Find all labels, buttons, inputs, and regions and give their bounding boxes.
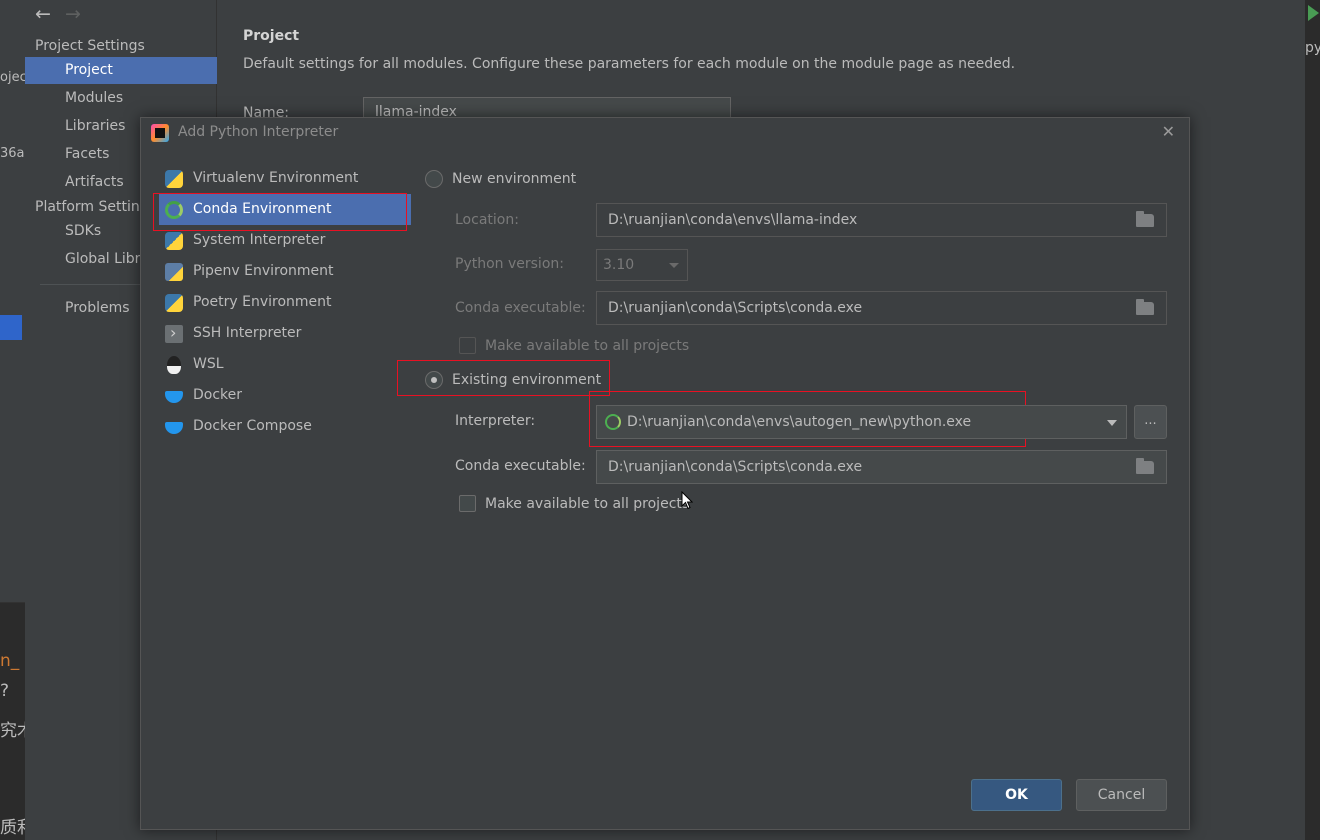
env-item-label: Poetry Environment xyxy=(193,294,332,310)
env-item-label: System Interpreter xyxy=(193,232,326,248)
chevron-down-icon[interactable] xyxy=(1107,420,1117,426)
close-icon[interactable]: ✕ xyxy=(1162,122,1175,141)
pycharm-logo-icon xyxy=(151,124,169,142)
folder-icon[interactable] xyxy=(1136,299,1154,315)
environment-type-list: Virtualenv Environment Conda Environment… xyxy=(159,163,411,442)
conda-icon xyxy=(605,414,621,430)
python-version-select[interactable]: 3.10 xyxy=(596,249,688,281)
sidebar-item-project[interactable]: Project xyxy=(25,57,217,84)
bottom-left-editor-fragment: n_ ? 究木 质利 xyxy=(0,602,34,840)
dialog-title: Add Python Interpreter xyxy=(178,124,339,140)
left-selection-marker xyxy=(0,315,22,340)
sidebar-item-modules[interactable]: Modules xyxy=(25,85,217,112)
docker-icon xyxy=(165,391,183,403)
pipenv-icon xyxy=(165,263,183,281)
location-label: Location: xyxy=(455,212,519,228)
env-item-poetry[interactable]: Poetry Environment xyxy=(159,287,411,318)
platform-settings-header: Platform Settings xyxy=(35,199,156,215)
project-settings-header: Project Settings xyxy=(35,38,145,54)
env-item-label: WSL xyxy=(193,356,224,372)
conda-executable-field[interactable]: D:\ruanjian\conda\Scripts\conda.exe xyxy=(596,291,1167,325)
existing-environment-radio[interactable] xyxy=(425,371,443,389)
env-item-label: Virtualenv Environment xyxy=(193,170,359,186)
add-python-interpreter-dialog: Add Python Interpreter ✕ Virtualenv Envi… xyxy=(140,117,1190,830)
env-item-label: Docker Compose xyxy=(193,418,312,434)
docker-icon xyxy=(165,422,183,434)
python-icon xyxy=(165,170,183,188)
new-environment-radio[interactable] xyxy=(425,170,443,188)
python-version-value: 3.10 xyxy=(603,257,635,273)
make-available-checkbox-existing[interactable] xyxy=(459,495,476,512)
env-item-label: SSH Interpreter xyxy=(193,325,302,341)
conda-executable-label: Conda executable: xyxy=(455,300,586,316)
code-fragment: ? xyxy=(0,681,10,701)
back-arrow-icon[interactable]: ← xyxy=(35,3,65,25)
nav-buttons: ← → xyxy=(35,3,95,25)
cancel-button[interactable]: Cancel xyxy=(1076,779,1167,811)
conda-executable-value-existing: D:\ruanjian\conda\Scripts\conda.exe xyxy=(608,459,863,475)
linux-penguin-icon xyxy=(167,356,181,374)
interpreter-value: D:\ruanjian\conda\envs\autogen_new\pytho… xyxy=(627,414,972,430)
conda-executable-label-existing: Conda executable: xyxy=(455,458,586,474)
make-available-checkbox-new[interactable] xyxy=(459,337,476,354)
python-icon xyxy=(165,294,183,312)
conda-executable-value: D:\ruanjian\conda\Scripts\conda.exe xyxy=(608,300,863,316)
python-icon xyxy=(165,232,183,250)
conda-executable-field-existing[interactable]: D:\ruanjian\conda\Scripts\conda.exe xyxy=(596,450,1167,484)
interpreter-label: Interpreter: xyxy=(455,413,536,429)
env-item-ssh[interactable]: SSH Interpreter xyxy=(159,317,411,349)
location-field[interactable]: D:\ruanjian\conda\envs\llama-index xyxy=(596,203,1167,237)
python-version-label: Python version: xyxy=(455,256,564,272)
env-item-conda[interactable]: Conda Environment xyxy=(159,194,411,225)
conda-icon xyxy=(165,201,183,219)
chevron-down-icon xyxy=(669,263,679,268)
dialog-titlebar: Add Python Interpreter ✕ xyxy=(141,118,1189,148)
code-fragment: n_ xyxy=(0,651,20,671)
right-fragment: py xyxy=(1305,40,1320,56)
env-item-pipenv[interactable]: Pipenv Environment xyxy=(159,256,411,287)
folder-icon[interactable] xyxy=(1136,211,1154,227)
existing-environment-label[interactable]: Existing environment xyxy=(452,372,601,388)
env-item-label: Docker xyxy=(193,387,243,403)
env-item-docker[interactable]: Docker xyxy=(159,380,411,411)
left-fragment: ojec xyxy=(0,70,27,85)
terminal-icon xyxy=(165,317,183,348)
location-value: D:\ruanjian\conda\envs\llama-index xyxy=(608,212,858,228)
env-item-wsl[interactable]: WSL xyxy=(159,349,411,380)
interpreter-combobox[interactable]: D:\ruanjian\conda\envs\autogen_new\pytho… xyxy=(596,405,1127,439)
ok-button[interactable]: OK xyxy=(971,779,1062,811)
folder-icon[interactable] xyxy=(1136,458,1154,474)
env-item-system[interactable]: System Interpreter xyxy=(159,225,411,256)
forward-arrow-icon[interactable]: → xyxy=(65,3,95,25)
page-title: Project xyxy=(243,28,300,44)
make-available-label-existing[interactable]: Make available to all projects xyxy=(485,496,689,512)
make-available-label-new[interactable]: Make available to all projects xyxy=(485,338,689,354)
env-item-label: Conda Environment xyxy=(193,201,332,217)
run-icon[interactable] xyxy=(1308,5,1319,21)
page-description: Default settings for all modules. Config… xyxy=(243,56,1016,72)
env-item-label: Pipenv Environment xyxy=(193,263,334,279)
env-item-virtualenv[interactable]: Virtualenv Environment xyxy=(159,163,411,194)
browse-interpreter-button[interactable]: ... xyxy=(1134,405,1167,439)
env-item-docker-compose[interactable]: Docker Compose xyxy=(159,411,411,442)
new-environment-label[interactable]: New environment xyxy=(452,171,576,187)
right-tool-strip: py xyxy=(1305,0,1320,840)
